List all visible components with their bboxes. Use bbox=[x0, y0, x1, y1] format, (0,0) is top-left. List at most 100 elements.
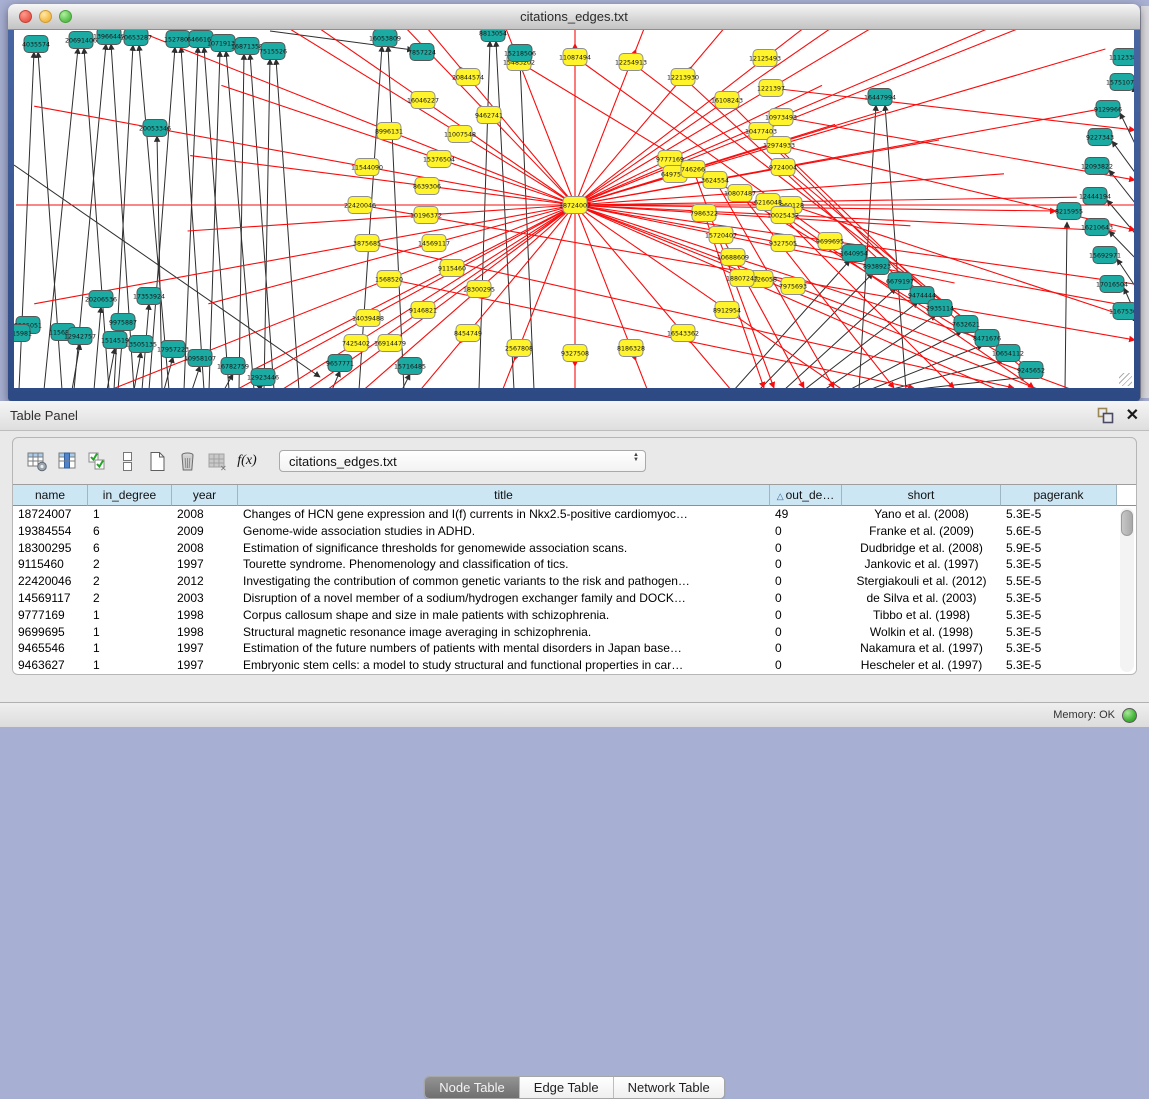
graph-node[interactable]: 12213930 bbox=[667, 69, 699, 86]
table-row[interactable]: 911546021997Tourette syndrome. Phenomeno… bbox=[13, 556, 1136, 573]
new-table-icon[interactable] bbox=[143, 447, 171, 475]
table-row[interactable]: 977716911998Corpus callosum shape and si… bbox=[13, 607, 1136, 624]
graph-node[interactable]: 10025432 bbox=[767, 207, 799, 224]
graph-node[interactable]: 10958107 bbox=[184, 350, 216, 367]
function-builder-icon[interactable]: f(x) bbox=[233, 447, 261, 475]
graph-node[interactable]: 7425402 bbox=[342, 335, 370, 352]
table-row[interactable]: 1456911722003Disruption of a novel membe… bbox=[13, 590, 1136, 607]
graph-node[interactable]: 16782759 bbox=[217, 358, 249, 375]
graph-node[interactable]: 8454749 bbox=[454, 325, 482, 342]
graph-node[interactable]: 9975887 bbox=[109, 314, 137, 331]
graph-node[interactable]: 4035574 bbox=[22, 36, 50, 53]
graph-hub-node[interactable]: 18724007 bbox=[559, 197, 591, 214]
graph-node[interactable]: 9462741 bbox=[475, 107, 503, 124]
graph-node[interactable]: 11007548 bbox=[444, 126, 476, 143]
graph-node[interactable]: 15376504 bbox=[423, 151, 455, 168]
graph-node[interactable]: 2567808 bbox=[505, 340, 533, 357]
graph-node[interactable]: 7986322 bbox=[690, 205, 718, 222]
graph-node[interactable]: 7515526 bbox=[259, 43, 287, 60]
graph-node[interactable]: 16053809 bbox=[369, 30, 401, 47]
graph-node[interactable]: 12254913 bbox=[615, 54, 647, 71]
graph-node[interactable]: 20844574 bbox=[452, 69, 484, 86]
graph-node[interactable]: 9227343 bbox=[1086, 129, 1114, 146]
graph-node[interactable]: 13505135 bbox=[125, 336, 157, 353]
import-table-icon[interactable]: ✕ bbox=[203, 447, 231, 475]
table-row[interactable]: 969969511998Structural magnetic resonanc… bbox=[13, 624, 1136, 641]
graph-node[interactable]: 22420046 bbox=[344, 197, 376, 214]
network-view-canvas[interactable]: 8960128932750518226058891295416543362818… bbox=[14, 30, 1134, 388]
table-row[interactable]: 1938455462009Genome-wide association stu… bbox=[13, 523, 1136, 540]
graph-node[interactable]: 7857224 bbox=[408, 44, 436, 61]
graph-node[interactable]: 12093822 bbox=[1081, 158, 1113, 175]
graph-node[interactable]: 16108243 bbox=[711, 92, 743, 109]
graph-node[interactable]: 7632621 bbox=[952, 316, 980, 333]
graph-node[interactable]: 16543362 bbox=[667, 325, 699, 342]
graph-node[interactable]: 9245652 bbox=[1017, 362, 1045, 379]
graph-node[interactable]: 8471676 bbox=[973, 330, 1001, 347]
graph-node[interactable]: 9115460 bbox=[438, 260, 466, 277]
graph-node[interactable]: 16046227 bbox=[407, 92, 439, 109]
column-header[interactable]: year bbox=[172, 485, 238, 506]
graph-node[interactable]: 3915981 bbox=[14, 325, 32, 342]
zoom-window-icon[interactable] bbox=[59, 10, 72, 23]
graph-node[interactable]: 14039488 bbox=[352, 310, 384, 327]
delete-table-icon[interactable] bbox=[173, 447, 201, 475]
column-header[interactable]: in_degree bbox=[88, 485, 172, 506]
memory-ok-indicator[interactable] bbox=[1122, 708, 1137, 723]
graph-node[interactable]: 20053346 bbox=[139, 120, 171, 137]
graph-node[interactable]: 9724004 bbox=[769, 159, 797, 176]
table-row[interactable]: 946554611997Estimation of the future num… bbox=[13, 640, 1136, 657]
graph-node[interactable]: 8186328 bbox=[617, 340, 645, 357]
graph-node[interactable]: 10653287 bbox=[120, 30, 152, 46]
graph-node[interactable]: 6679197 bbox=[886, 273, 914, 290]
graph-node[interactable]: 18300295 bbox=[463, 281, 495, 298]
graph-node[interactable]: 10973493 bbox=[765, 109, 797, 126]
table-row[interactable]: 1872400712008Changes of HCN gene express… bbox=[13, 506, 1136, 523]
graph-node[interactable]: 1568520 bbox=[375, 271, 403, 288]
graph-node[interactable]: 12923446 bbox=[247, 369, 279, 386]
table-row[interactable]: 2242004622012Investigating the contribut… bbox=[13, 573, 1136, 590]
graph-node[interactable]: 10807487 bbox=[724, 185, 756, 202]
scrollbar-thumb[interactable] bbox=[1121, 510, 1133, 536]
graph-node[interactable]: 8912954 bbox=[713, 302, 741, 319]
graph-node[interactable]: 3875685 bbox=[353, 235, 381, 252]
graph-node[interactable]: 10654112 bbox=[992, 345, 1024, 362]
column-header[interactable]: pagerank bbox=[1001, 485, 1117, 506]
graph-node[interactable]: 15716485 bbox=[394, 358, 426, 375]
graph-node[interactable]: 17353924 bbox=[133, 288, 165, 305]
graph-node[interactable]: 9327508 bbox=[561, 345, 589, 362]
graph-node[interactable]: 10196372 bbox=[410, 207, 442, 224]
column-header[interactable]: name bbox=[13, 485, 88, 506]
network-selector[interactable]: citations_edges.txt ▲▼ bbox=[279, 450, 646, 472]
graph-node[interactable]: 15720407 bbox=[705, 227, 737, 244]
graph-node[interactable]: 746266 bbox=[681, 161, 705, 178]
graph-node[interactable]: 12942757 bbox=[64, 328, 96, 345]
graph-node[interactable]: 9327505 bbox=[769, 235, 797, 252]
column-header[interactable]: title bbox=[238, 485, 770, 506]
tab-node-table[interactable]: Node Table bbox=[425, 1077, 520, 1098]
graph-node[interactable]: 11087494 bbox=[559, 49, 591, 66]
graph-node[interactable]: 1221397 bbox=[757, 80, 785, 97]
graph-node[interactable]: 8215955 bbox=[1055, 203, 1083, 220]
graph-node[interactable]: 2935114 bbox=[926, 300, 954, 317]
graph-node[interactable]: 9129966 bbox=[1094, 101, 1122, 118]
graph-node[interactable]: 9146821 bbox=[409, 302, 437, 319]
graph-node[interactable]: 12444194 bbox=[1079, 188, 1111, 205]
float-window-icon[interactable] bbox=[1097, 407, 1114, 424]
table-scrollbar[interactable] bbox=[1120, 508, 1134, 672]
graph-node[interactable]: 17016504 bbox=[1096, 276, 1128, 293]
table-row[interactable]: 946362711997Embryonic stem cells: a mode… bbox=[13, 657, 1136, 674]
close-panel-icon[interactable]: ✕ bbox=[1126, 408, 1139, 424]
graph-node[interactable]: 15692971 bbox=[1089, 247, 1121, 264]
tab-edge-table[interactable]: Edge Table bbox=[520, 1077, 614, 1098]
graph-node[interactable]: 7975693 bbox=[779, 278, 807, 295]
graph-node[interactable]: 12974933 bbox=[763, 137, 795, 154]
minimize-window-icon[interactable] bbox=[39, 10, 52, 23]
graph-node[interactable]: 12125493 bbox=[749, 50, 781, 67]
graph-node[interactable]: 1640954 bbox=[840, 245, 868, 262]
deselect-rows-icon[interactable] bbox=[113, 447, 141, 475]
select-all-rows-icon[interactable] bbox=[83, 447, 111, 475]
graph-node[interactable]: 10688609 bbox=[717, 249, 749, 266]
table-settings-icon[interactable] bbox=[23, 447, 51, 475]
column-header[interactable]: △out_de… bbox=[770, 485, 842, 506]
